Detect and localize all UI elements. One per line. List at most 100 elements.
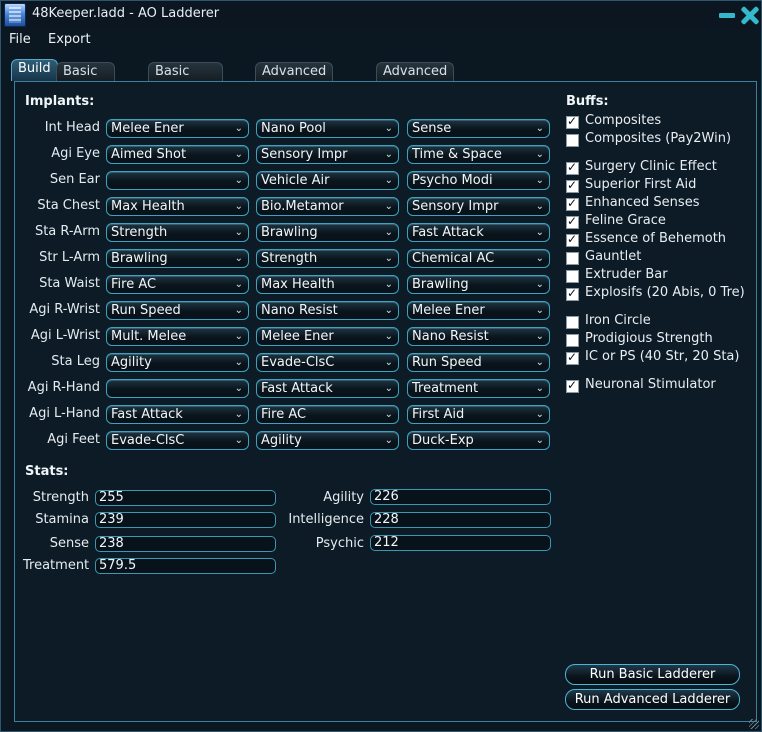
stat-field-treatment[interactable]: 579.5: [95, 558, 276, 574]
implant-cluster-select[interactable]: Melee Ener ⌄: [106, 119, 249, 138]
chevron-down-icon: ⌄: [384, 305, 393, 316]
checkbox[interactable]: [566, 134, 579, 147]
implant-cluster-select[interactable]: Fast Attack ⌄: [106, 405, 249, 424]
chevron-down-icon: ⌄: [384, 123, 393, 134]
resize-grip-icon[interactable]: [749, 719, 759, 729]
checkbox[interactable]: [566, 214, 579, 229]
implant-cluster-select[interactable]: Run Speed ⌄: [106, 301, 249, 320]
stat-field-intelligence[interactable]: 228: [370, 512, 551, 528]
buff-label: Extruder Bar: [585, 267, 668, 282]
stat-value-stamina: 239: [99, 512, 124, 527]
stat-label-strength: Strength: [32, 490, 89, 505]
stat-field-stamina[interactable]: 239: [95, 512, 276, 528]
implant-cluster-select[interactable]: Agility ⌄: [106, 353, 249, 372]
tab-advanced-ladder[interactable]: Advanced Ladder: [255, 62, 334, 97]
run-advanced-ladderer-button[interactable]: Run Advanced Ladderer: [565, 689, 740, 710]
checkbox[interactable]: [566, 286, 579, 301]
implant-cluster-value: Nano Resist: [261, 303, 338, 318]
implant-cluster-select[interactable]: Brawling ⌄: [106, 249, 249, 268]
implant-cluster-select[interactable]: Mult. Melee ⌄: [106, 327, 249, 346]
implant-cluster-select[interactable]: Aimed Shot ⌄: [106, 145, 249, 164]
implant-cluster-select[interactable]: Strength ⌄: [106, 223, 249, 242]
implant-cluster-select[interactable]: Vehicle Air ⌄: [256, 171, 399, 190]
minimize-icon[interactable]: [719, 13, 735, 18]
implant-cluster-value: Bio.Metamor: [261, 199, 344, 214]
implant-cluster-value: Melee Ener: [111, 121, 184, 136]
implant-cluster-value: Sense: [412, 121, 452, 136]
chevron-down-icon: ⌄: [535, 149, 544, 160]
implant-cluster-select[interactable]: Duck-Exp ⌄: [407, 431, 550, 450]
checkbox[interactable]: [566, 316, 579, 329]
implant-cluster-select[interactable]: Run Speed ⌄: [407, 353, 550, 372]
menu-file[interactable]: File: [9, 32, 31, 47]
checkbox[interactable]: [566, 232, 579, 247]
implant-cluster-select[interactable]: Fire AC ⌄: [256, 405, 399, 424]
implant-cluster-select[interactable]: Brawling ⌄: [256, 223, 399, 242]
chevron-down-icon: ⌄: [234, 383, 243, 394]
implant-cluster-select[interactable]: Melee Ener ⌄: [407, 301, 550, 320]
implant-cluster-select[interactable]: Agility ⌄: [256, 431, 399, 450]
implant-cluster-select[interactable]: Evade-ClsC ⌄: [106, 431, 249, 450]
tab-build[interactable]: Build: [11, 59, 58, 81]
stat-field-psychic[interactable]: 212: [370, 535, 551, 551]
implant-cluster-value: Nano Pool: [261, 121, 326, 136]
implant-cluster-select[interactable]: Time & Space ⌄: [407, 145, 550, 164]
chevron-down-icon: ⌄: [535, 201, 544, 212]
implant-cluster-select[interactable]: Nano Pool ⌄: [256, 119, 399, 138]
implant-cluster-select[interactable]: Fast Attack ⌄: [407, 223, 550, 242]
buff-label: IC or PS (40 Str, 20 Sta): [585, 349, 740, 364]
implant-cluster-select[interactable]: Sensory Impr ⌄: [407, 197, 550, 216]
implant-cluster-value: Run Speed: [412, 355, 482, 370]
stat-value-treatment: 579.5: [99, 558, 137, 573]
close-icon[interactable]: [739, 4, 761, 26]
chevron-down-icon: ⌄: [384, 279, 393, 290]
buff-label: Composites (Pay2Win): [585, 131, 732, 146]
implant-cluster-value: Evade-ClsC: [261, 355, 335, 370]
implant-cluster-select[interactable]: Fast Attack ⌄: [256, 379, 399, 398]
implant-cluster-select[interactable]: Treatment ⌄: [407, 379, 550, 398]
buff-label: Feline Grace: [585, 213, 666, 228]
implant-cluster-select[interactable]: Sense ⌄: [407, 119, 550, 138]
checkbox[interactable]: [566, 114, 579, 129]
implant-cluster-select[interactable]: ⌄: [106, 379, 249, 398]
checkbox[interactable]: [566, 252, 579, 265]
stat-field-agility[interactable]: 226: [370, 489, 551, 505]
run-basic-ladderer-button[interactable]: Run Basic Ladderer: [565, 664, 740, 685]
menu-export[interactable]: Export: [48, 32, 91, 47]
implant-cluster-select[interactable]: ⌄: [106, 171, 249, 190]
checkbox[interactable]: [566, 270, 579, 283]
implant-cluster-select[interactable]: Evade-ClsC ⌄: [256, 353, 399, 372]
tab-advanced-shopping[interactable]: Advanced Shopping: [376, 62, 455, 97]
implant-cluster-select[interactable]: Psycho Modi ⌄: [407, 171, 550, 190]
chevron-down-icon: ⌄: [234, 331, 243, 342]
stat-field-strength[interactable]: 255: [95, 490, 276, 506]
stat-label-treatment: Treatment: [23, 558, 90, 573]
buff-label: Surgery Clinic Effect: [585, 159, 717, 174]
checkbox[interactable]: [566, 334, 579, 347]
implant-cluster-select[interactable]: Fire AC ⌄: [106, 275, 249, 294]
stat-field-sense[interactable]: 238: [95, 536, 276, 552]
stat-label-intelligence: Intelligence: [288, 512, 364, 527]
implant-cluster-select[interactable]: Max Health ⌄: [106, 197, 249, 216]
implant-cluster-select[interactable]: Brawling ⌄: [407, 275, 550, 294]
chevron-down-icon: ⌄: [535, 305, 544, 316]
tab-basic-ladder[interactable]: Basic Ladder: [56, 62, 116, 97]
checkbox[interactable]: [566, 196, 579, 211]
tab-basic-shopping[interactable]: Basic Shopping: [148, 62, 224, 97]
implant-cluster-value: Run Speed: [111, 303, 181, 318]
implant-cluster-select[interactable]: Melee Ener ⌄: [256, 327, 399, 346]
implant-cluster-select[interactable]: Sensory Impr ⌄: [256, 145, 399, 164]
checkbox[interactable]: [566, 378, 579, 393]
stat-label-psychic: Psychic: [315, 536, 364, 551]
checkbox[interactable]: [566, 178, 579, 193]
implant-cluster-select[interactable]: Nano Resist ⌄: [407, 327, 550, 346]
implant-cluster-value: Treatment: [412, 381, 479, 396]
implant-cluster-select[interactable]: Nano Resist ⌄: [256, 301, 399, 320]
implant-cluster-select[interactable]: Strength ⌄: [256, 249, 399, 268]
checkbox[interactable]: [566, 160, 579, 175]
checkbox[interactable]: [566, 350, 579, 365]
implant-cluster-select[interactable]: Max Health ⌄: [256, 275, 399, 294]
implant-cluster-select[interactable]: Chemical AC ⌄: [407, 249, 550, 268]
implant-cluster-select[interactable]: First Aid ⌄: [407, 405, 550, 424]
implant-cluster-select[interactable]: Bio.Metamor ⌄: [256, 197, 399, 216]
